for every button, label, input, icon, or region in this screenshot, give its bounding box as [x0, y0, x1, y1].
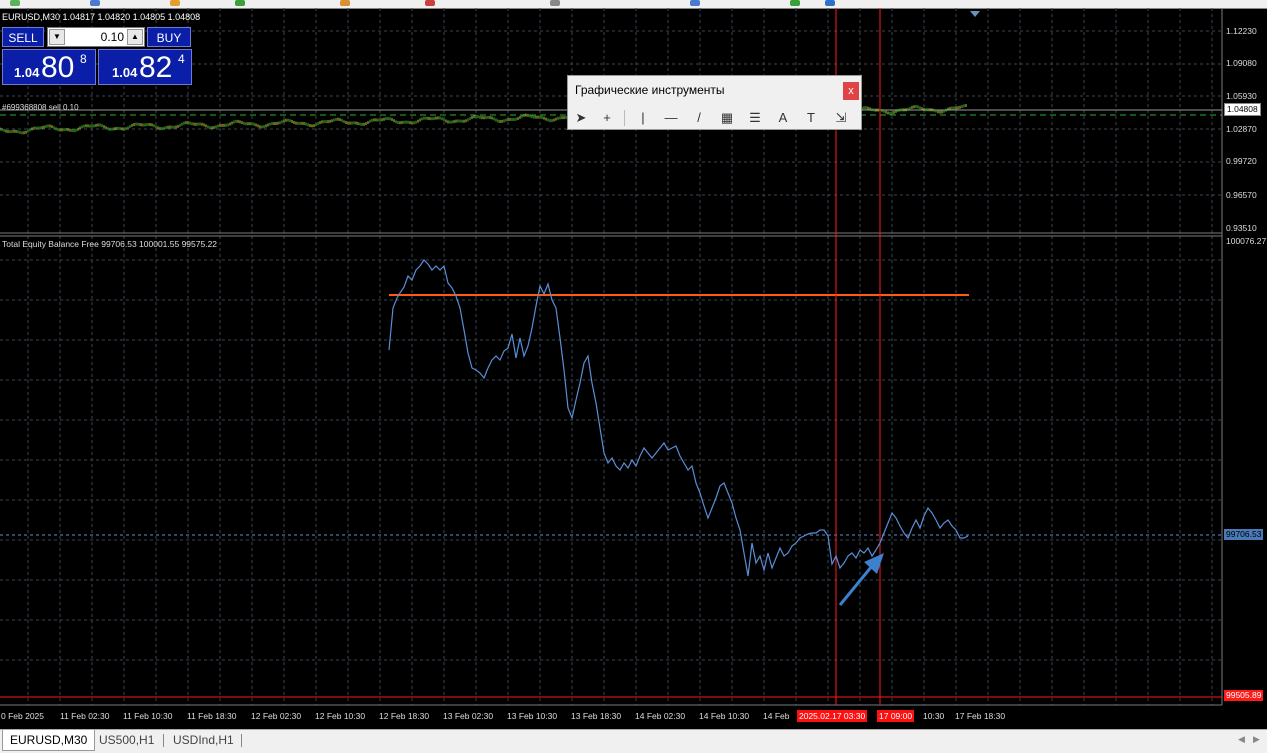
bid-big-digits: 80	[41, 51, 75, 84]
bid-prefix: 1.04	[14, 65, 40, 80]
time-tick: 13 Feb 02:30	[443, 711, 494, 721]
current-price-tag: 1.04808	[1224, 103, 1261, 116]
sell-button[interactable]: SELL	[2, 27, 44, 47]
order-label: #699368808 sell 0.10	[2, 103, 79, 112]
drawing-tools-row: ➤ + | — / ▦ ☰ A T ⇲	[568, 106, 861, 130]
chart-tabs-bar: EURUSD,M30 US500,H1 USDInd,H1 ◀ ▶	[0, 729, 1267, 753]
shift-marker-icon	[970, 11, 980, 17]
vertical-line-icon[interactable]: |	[632, 108, 654, 128]
tab-us500-h1[interactable]: US500,H1	[92, 730, 161, 750]
time-tick: 12 Feb 10:30	[315, 711, 366, 721]
lot-size-input[interactable]	[66, 28, 126, 46]
ask-quote[interactable]: 1.04 82 4	[98, 49, 192, 85]
buy-button[interactable]: BUY	[147, 27, 191, 47]
tab-separator	[241, 734, 242, 747]
arrows-dropdown-icon[interactable]: ⇲	[830, 108, 852, 128]
time-tick: 11 Feb 10:30	[123, 711, 173, 721]
close-icon[interactable]: x	[843, 82, 859, 100]
price-tick: 1.12230	[1226, 26, 1257, 36]
time-tick: 14 Feb 02:30	[635, 711, 686, 721]
one-click-trading-panel: SELL ▼ ▲ BUY 1.04 80 8 1.04 82 4	[2, 27, 192, 85]
text-label-icon[interactable]: T	[800, 108, 822, 128]
toolbar-icon[interactable]	[10, 0, 20, 6]
price-tick: 1.09080	[1226, 58, 1257, 68]
price-tick: 0.99720	[1226, 156, 1257, 166]
tab-usdind-h1[interactable]: USDInd,H1	[166, 730, 241, 750]
toolbar-icon[interactable]	[340, 0, 350, 6]
trendline-icon[interactable]: /	[688, 108, 710, 128]
bid-quote[interactable]: 1.04 80 8	[2, 49, 96, 85]
text-icon[interactable]: A	[772, 108, 794, 128]
tab-eurusd-m30[interactable]: EURUSD,M30	[2, 730, 96, 751]
crosshair-icon[interactable]: +	[596, 108, 618, 128]
time-tick: 13 Feb 10:30	[507, 711, 558, 721]
price-tick: 1.02870	[1226, 124, 1257, 134]
lot-size-stepper[interactable]: ▼ ▲	[47, 27, 145, 47]
time-tick: 12 Feb 02:30	[251, 711, 302, 721]
time-tick: 11 Feb 18:30	[187, 711, 237, 721]
price-tick: 0.93510	[1226, 223, 1257, 233]
toolbar-icon[interactable]	[825, 0, 835, 6]
price-tick: 1.05930	[1226, 91, 1257, 101]
time-tick: 12 Feb 18:30	[379, 711, 430, 721]
time-tick: 13 Feb 18:30	[571, 711, 622, 721]
bottom-level-tag: 99505.89	[1224, 690, 1264, 701]
toolbar-icon[interactable]	[550, 0, 560, 6]
ask-prefix: 1.04	[112, 65, 138, 80]
lot-increase-icon[interactable]: ▲	[127, 29, 143, 45]
equidistant-channel-icon[interactable]: ▦	[716, 108, 738, 128]
horizontal-line-icon[interactable]: —	[660, 108, 682, 128]
toolbar-icon[interactable]	[690, 0, 700, 6]
vertical-line-time-tag: 2025.02.17 03:30	[797, 710, 868, 722]
toolbar-icon[interactable]	[790, 0, 800, 6]
time-tick: 10:30	[923, 711, 945, 721]
chart-title: EURUSD,M30 1.04817 1.04820 1.04805 1.048…	[2, 12, 201, 22]
indicator-axis-top: 100076.27	[1226, 236, 1267, 246]
equity-tag: 99706.53	[1224, 529, 1264, 540]
cursor-arrow-icon[interactable]: ➤	[570, 108, 592, 128]
ask-big-digits: 82	[139, 51, 173, 84]
toolbar-icon[interactable]	[235, 0, 245, 6]
tab-separator	[163, 734, 164, 747]
time-tick: 17 Feb 18:30	[955, 711, 1006, 721]
arrow-annotation	[838, 553, 884, 606]
vertical-line-time-tag: 17 09:00	[877, 710, 915, 722]
time-tick: 0 Feb 2025	[1, 711, 45, 721]
drawing-tools-title: Графические инструменты	[575, 83, 725, 97]
bid-pip-digit: 8	[80, 52, 87, 66]
drawing-tools-panel[interactable]: Графические инструменты x ➤ + | — / ▦ ☰ …	[567, 75, 862, 130]
tabs-scroll-right-icon[interactable]: ▶	[1253, 734, 1260, 745]
time-tick: 14 Feb	[763, 711, 790, 721]
toolbar-icon[interactable]	[425, 0, 435, 6]
time-tick: 14 Feb 10:30	[699, 711, 750, 721]
lot-decrease-icon[interactable]: ▼	[49, 29, 65, 45]
tabs-scroll-left-icon[interactable]: ◀	[1238, 734, 1245, 745]
time-tick: 11 Feb 02:30	[60, 711, 110, 721]
toolbar-icon[interactable]	[170, 0, 180, 6]
indicator-label: Total Equity Balance Free 99706.53 10000…	[2, 239, 218, 249]
toolbar-separator	[624, 110, 625, 126]
fibonacci-icon[interactable]: ☰	[744, 108, 766, 128]
toolbar-icon[interactable]	[90, 0, 100, 6]
price-tick: 0.96570	[1226, 190, 1257, 200]
ask-pip-digit: 4	[178, 52, 185, 66]
